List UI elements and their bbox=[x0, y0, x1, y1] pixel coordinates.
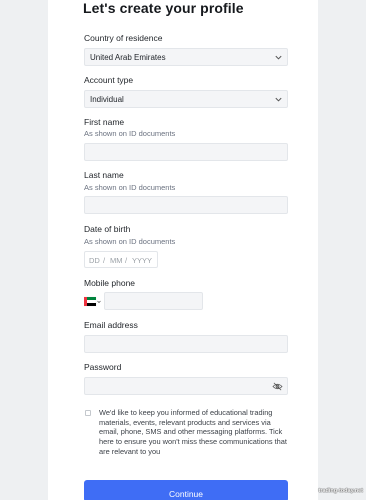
watermark: trading-today.net bbox=[318, 488, 363, 494]
continue-label: Continue bbox=[168, 488, 204, 499]
country-label: Country of residence bbox=[84, 33, 163, 43]
chevron-down-icon bbox=[97, 300, 101, 304]
password-label: Password bbox=[84, 362, 122, 372]
continue-button[interactable]: Continue bbox=[84, 480, 288, 500]
chevron-down-icon bbox=[275, 55, 282, 60]
account-type-value: Individual bbox=[90, 95, 124, 104]
uae-flag-icon bbox=[83, 296, 101, 307]
country-select[interactable]: United Arab Emirates bbox=[84, 48, 288, 66]
first-name-hint: As shown on ID documents bbox=[84, 129, 176, 138]
last-name-hint: As shown on ID documents bbox=[84, 183, 176, 192]
dob-day-placeholder[interactable]: DD bbox=[89, 256, 100, 265]
password-input[interactable] bbox=[84, 377, 288, 395]
account-type-label: Account type bbox=[84, 75, 134, 85]
country-code-selector[interactable] bbox=[83, 295, 102, 307]
account-type-select[interactable]: Individual bbox=[84, 90, 288, 108]
dob-year-placeholder[interactable]: YYYY bbox=[132, 256, 152, 265]
email-label: Email address bbox=[84, 320, 138, 330]
eye-off-icon[interactable] bbox=[272, 382, 283, 391]
consent-checkbox[interactable] bbox=[85, 410, 91, 416]
mobile-label: Mobile phone bbox=[84, 278, 136, 288]
dob-label: Date of birth bbox=[84, 224, 131, 234]
email-input[interactable] bbox=[84, 335, 288, 353]
dob-separator: / bbox=[103, 256, 106, 265]
page-title: Let's create your profile bbox=[83, 0, 244, 16]
dob-month-placeholder[interactable]: MM bbox=[110, 256, 123, 265]
consent-text: We'd like to keep you informed of educat… bbox=[99, 408, 287, 456]
last-name-input[interactable] bbox=[84, 196, 288, 214]
chevron-down-icon bbox=[275, 97, 282, 102]
country-value: United Arab Emirates bbox=[90, 53, 166, 62]
last-name-label: Last name bbox=[84, 170, 124, 180]
dob-hint: As shown on ID documents bbox=[84, 237, 176, 246]
first-name-input[interactable] bbox=[84, 143, 288, 161]
dob-separator: / bbox=[125, 256, 128, 265]
dob-input[interactable]: DD / MM / YYYY bbox=[84, 251, 158, 268]
mobile-input[interactable] bbox=[104, 292, 203, 310]
first-name-label: First name bbox=[84, 117, 125, 127]
